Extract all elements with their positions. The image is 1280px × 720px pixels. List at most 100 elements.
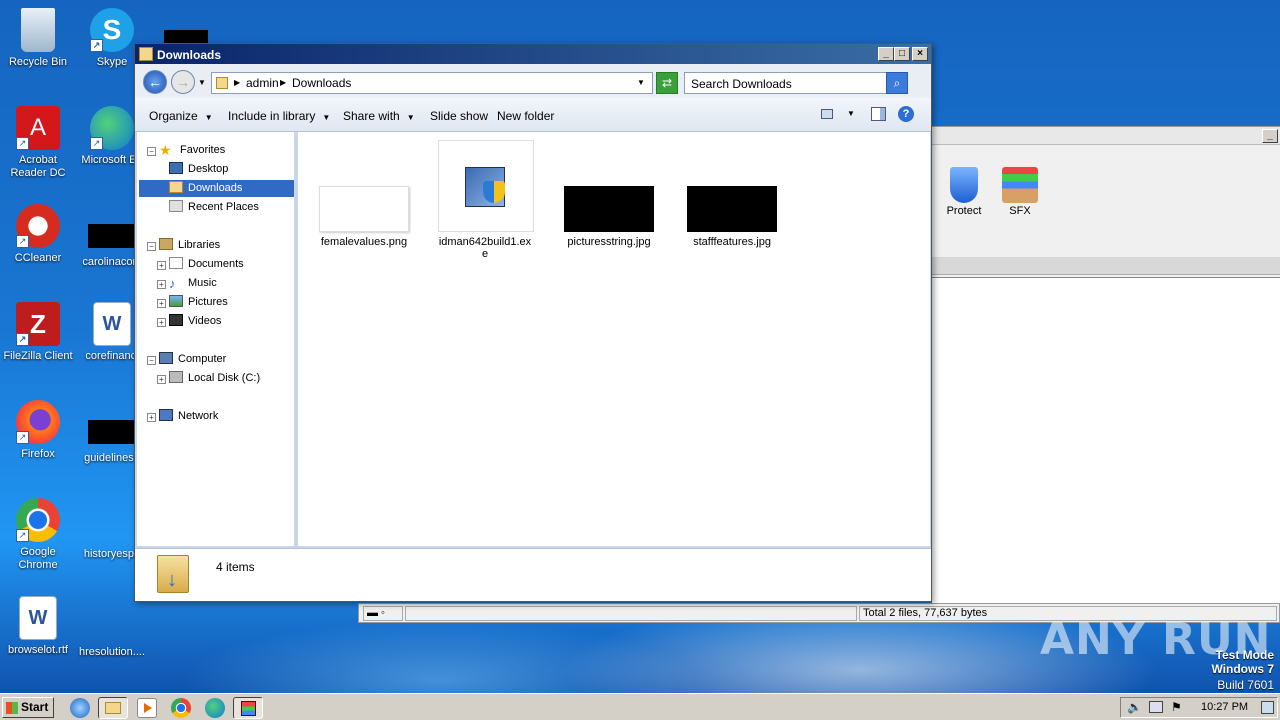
- maximize-button[interactable]: □: [894, 47, 910, 61]
- media-player-icon[interactable]: [137, 698, 157, 718]
- clock[interactable]: 10:27 PM: [1201, 701, 1248, 713]
- search-icon[interactable]: ⌕: [886, 72, 908, 94]
- address-dropdown[interactable]: ▼: [637, 78, 645, 87]
- computer-icon: [159, 352, 173, 364]
- explorer-window[interactable]: Downloads _ □ × ← → ▼ ▶ admin ▶ Download…: [134, 43, 932, 602]
- window-titlebar[interactable]: Downloads _ □ ×: [135, 44, 931, 64]
- desktop-icon-filezilla[interactable]: Z ↗ FileZilla Client: [0, 302, 76, 363]
- expand-icon[interactable]: +: [157, 280, 166, 289]
- explorer-taskbar-button[interactable]: [98, 697, 128, 719]
- view-options-icon[interactable]: [821, 109, 833, 119]
- collapse-icon[interactable]: −: [147, 242, 156, 251]
- nav-pictures[interactable]: Pictures: [169, 294, 228, 311]
- breadcrumb-arrow[interactable]: ▶: [280, 78, 286, 87]
- skype-icon: S ↗: [90, 8, 134, 52]
- taskbar: Start 🔈 ⚑ 10:27 PM: [0, 693, 1280, 720]
- item-count: 4 items: [216, 560, 255, 574]
- help-icon[interactable]: ?: [898, 106, 914, 122]
- desktop-icon-ccleaner[interactable]: ↗ CCleaner: [0, 204, 76, 265]
- nav-label: Network: [178, 410, 219, 422]
- network-icon: [159, 409, 173, 421]
- shield-icon: [950, 167, 978, 203]
- edge-icon[interactable]: [205, 698, 225, 718]
- preview-pane-icon[interactable]: [871, 107, 886, 121]
- navigation-pane[interactable]: − ★ Favorites Desktop Downloads Recent Pl…: [137, 132, 295, 546]
- nav-computer[interactable]: Computer: [159, 351, 226, 368]
- minimize-button[interactable]: _: [1262, 129, 1278, 143]
- archiver-taskbar-button[interactable]: [233, 697, 263, 719]
- nav-downloads[interactable]: Downloads: [139, 180, 294, 197]
- back-button[interactable]: ←: [143, 70, 167, 94]
- desktop-icon-acrobat[interactable]: A ↗ Acrobat Reader DC: [0, 106, 76, 180]
- background-app-window[interactable]: _ Protect SFX: [932, 126, 1280, 603]
- forward-button[interactable]: →: [171, 70, 195, 94]
- nav-music[interactable]: ♪ Music: [169, 275, 217, 292]
- close-button[interactable]: ×: [912, 47, 928, 61]
- desktop-icon-label: Skype: [96, 56, 128, 68]
- chrome-icon: ↗: [16, 498, 60, 542]
- archive-box-icon: [1002, 167, 1038, 203]
- file-list[interactable]: [932, 277, 1280, 603]
- desktop-icon-label: Acrobat Reader DC: [10, 154, 66, 179]
- refresh-button[interactable]: ⇄: [656, 72, 678, 94]
- nav-recent-places[interactable]: Recent Places: [169, 199, 259, 216]
- include-library-button[interactable]: Include in library ▼: [228, 109, 330, 123]
- window-title: Downloads: [157, 48, 222, 62]
- desktop-icon-firefox[interactable]: ↗ Firefox: [0, 400, 76, 461]
- nav-documents[interactable]: Documents: [169, 256, 244, 273]
- desktop-icon-label: FileZilla Client: [3, 350, 73, 362]
- share-with-button[interactable]: Share with ▼: [343, 109, 415, 123]
- organize-button[interactable]: Organize ▼: [149, 109, 213, 123]
- show-desktop-icon[interactable]: [1261, 701, 1274, 714]
- documents-icon: [169, 257, 183, 269]
- expand-icon[interactable]: +: [157, 318, 166, 327]
- file-item[interactable]: idman642build1.exe: [436, 140, 536, 260]
- desktop-icon-recycle-bin[interactable]: Recycle Bin: [0, 8, 76, 69]
- libraries-icon: [159, 238, 173, 250]
- slide-show-button[interactable]: Slide show: [430, 109, 488, 123]
- nav-network[interactable]: Network: [159, 408, 218, 425]
- network-icon[interactable]: [1149, 701, 1163, 713]
- recent-places-icon: [169, 200, 183, 212]
- nav-local-disk[interactable]: Local Disk (C:): [169, 370, 260, 387]
- star-icon: ★: [159, 142, 172, 158]
- firefox-icon: ↗: [16, 400, 60, 444]
- desktop-icon-hresolution[interactable]: hresolution....: [74, 646, 150, 659]
- expand-icon[interactable]: +: [157, 375, 166, 384]
- new-folder-button[interactable]: New folder: [497, 109, 554, 123]
- file-item[interactable]: femalevalues.png: [314, 186, 414, 248]
- flag-icon[interactable]: ⚑: [1171, 700, 1182, 714]
- minimize-button[interactable]: _: [878, 47, 894, 61]
- nav-videos[interactable]: Videos: [169, 313, 221, 330]
- search-input[interactable]: Search Downloads ⌕: [684, 72, 908, 94]
- expand-icon[interactable]: +: [147, 413, 156, 422]
- breadcrumb-downloads[interactable]: Downloads: [292, 76, 351, 90]
- nav-favorites[interactable]: ★ Favorites: [159, 142, 225, 159]
- volume-icon[interactable]: 🔈: [1127, 700, 1142, 714]
- protect-button[interactable]: Protect: [934, 167, 994, 227]
- internet-explorer-icon[interactable]: [70, 698, 90, 718]
- address-box[interactable]: ▶ admin ▶ Downloads ▼: [211, 72, 653, 94]
- file-item[interactable]: stafffeatures.jpg: [682, 186, 782, 248]
- expand-icon[interactable]: +: [157, 261, 166, 270]
- nav-libraries[interactable]: Libraries: [159, 237, 220, 254]
- expand-icon[interactable]: +: [157, 299, 166, 308]
- chrome-icon[interactable]: [171, 698, 191, 718]
- collapse-icon[interactable]: −: [147, 356, 156, 365]
- breadcrumb-arrow[interactable]: ▶: [234, 78, 240, 87]
- desktop-icon-browselot[interactable]: W browselot.rtf: [0, 596, 76, 657]
- desktop-icon-label: browselot.rtf: [8, 644, 68, 656]
- desktop-icon-chrome[interactable]: ↗ Google Chrome: [0, 498, 76, 572]
- nav-label: Libraries: [178, 239, 221, 251]
- collapse-icon[interactable]: −: [147, 147, 156, 156]
- nav-desktop[interactable]: Desktop: [169, 161, 228, 178]
- nav-label: Music: [188, 277, 217, 289]
- view-dropdown[interactable]: ▼: [847, 109, 855, 118]
- file-view[interactable]: femalevalues.png idman642build1.exe pict…: [298, 132, 930, 546]
- file-item[interactable]: picturesstring.jpg: [559, 186, 659, 248]
- nav-label: Local Disk (C:): [188, 372, 261, 384]
- recent-pages-dropdown[interactable]: ▼: [198, 78, 206, 87]
- breadcrumb-admin[interactable]: admin: [246, 76, 279, 90]
- sfx-button[interactable]: SFX: [990, 167, 1050, 227]
- start-button[interactable]: Start: [2, 697, 54, 718]
